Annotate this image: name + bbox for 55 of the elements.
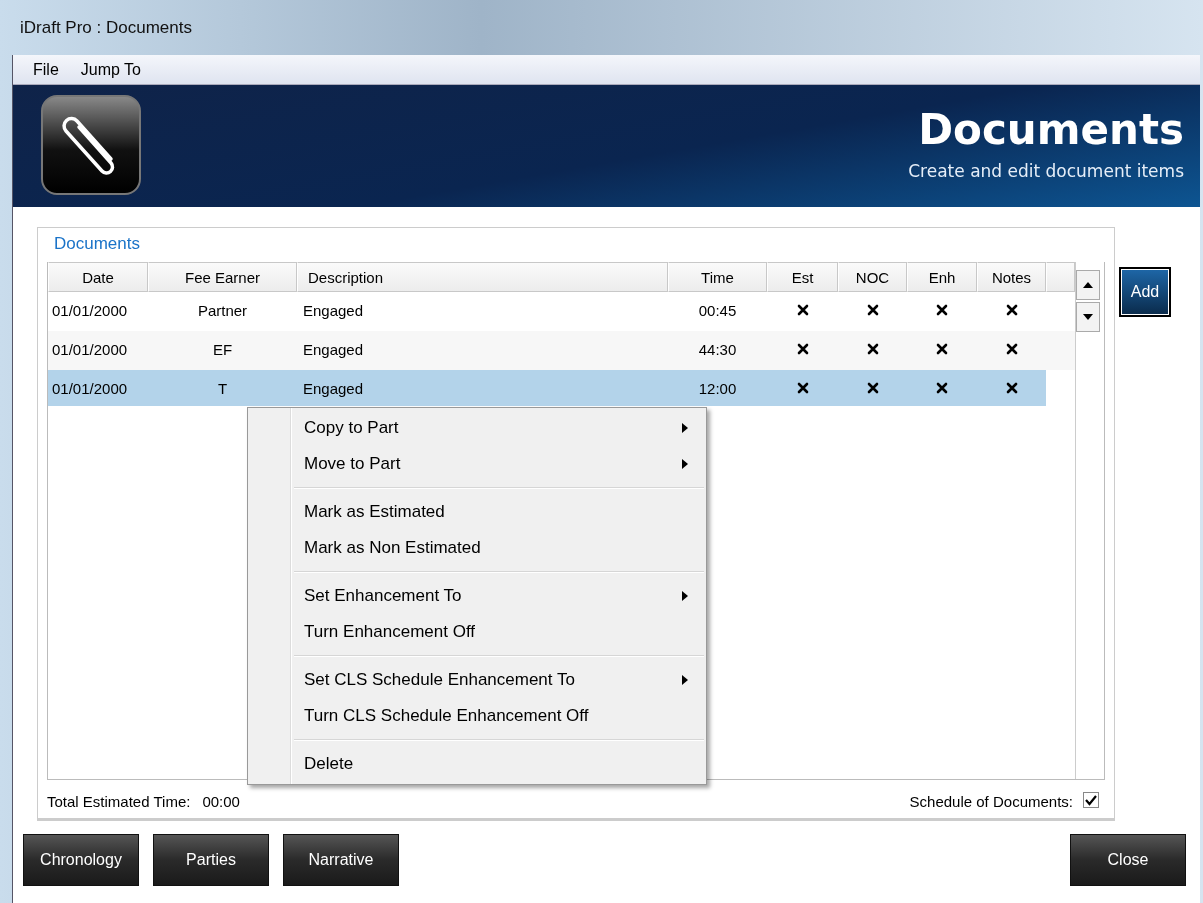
column-header[interactable]: Notes xyxy=(977,262,1046,292)
table-cell-text: Engaged xyxy=(302,339,365,360)
schedule-checkbox[interactable] xyxy=(1083,792,1099,808)
menu-item[interactable]: File xyxy=(33,60,59,79)
submenu-arrow-icon xyxy=(682,675,688,685)
table-cell-text: 01/01/2000 xyxy=(51,300,129,321)
down-arrow-icon xyxy=(1083,314,1094,320)
close-button[interactable]: Close xyxy=(1070,834,1186,886)
table-row[interactable]: 01/01/2000 Partner Engaged 00:45 xyxy=(48,292,1046,328)
page-subtitle: Create and edit document items xyxy=(908,161,1184,182)
submenu-arrow-icon xyxy=(682,423,688,433)
window-title: iDraft Pro : Documents xyxy=(20,17,192,38)
menu-item[interactable]: Move to Part xyxy=(248,446,706,482)
column-header[interactable]: Time xyxy=(668,262,767,292)
table-cell-text: 01/01/2000 xyxy=(51,378,129,399)
menu-item[interactable]: Delete xyxy=(248,746,706,782)
menu-item[interactable]: Set CLS Schedule Enhancement To xyxy=(248,662,706,698)
total-value: 00:00 xyxy=(202,793,240,810)
total-label: Total Estimated Time: xyxy=(47,793,191,810)
table-row[interactable]: 01/01/2000 T Engaged 12:00 xyxy=(48,370,1046,406)
menu-item[interactable]: Mark as Estimated xyxy=(248,494,706,530)
table-cell-text: 00:45 xyxy=(697,300,738,321)
table-cell-text: 01/01/2000 xyxy=(51,339,129,360)
scroll-up-button[interactable] xyxy=(1076,270,1101,300)
column-header[interactable]: Enh xyxy=(907,262,977,292)
column-header[interactable]: Date xyxy=(48,262,148,292)
menu-item[interactable]: Mark as Non Estimated xyxy=(248,530,706,566)
nav-button[interactable]: Parties xyxy=(153,834,269,886)
menu-item[interactable]: Turn Enhancement Off xyxy=(248,614,706,650)
table-cell-text: Engaged xyxy=(302,378,365,399)
scroll-down-button[interactable] xyxy=(1076,302,1101,332)
add-button[interactable]: Add xyxy=(1119,267,1171,317)
table-cell-text: EF xyxy=(211,339,234,360)
page-title: Documents xyxy=(918,107,1184,154)
table-cell-text: 12:00 xyxy=(697,378,738,399)
menu-item[interactable]: Set Enhancement To xyxy=(248,578,706,614)
paperclip-icon xyxy=(41,95,141,195)
menu-item[interactable]: Jump To xyxy=(80,60,141,79)
table-cell-text: Engaged xyxy=(302,300,365,321)
menu-item[interactable]: Copy to Part xyxy=(248,410,706,446)
nav-button[interactable]: Narrative xyxy=(283,834,399,886)
table-cell-text: T xyxy=(216,378,229,399)
submenu-arrow-icon xyxy=(682,591,688,601)
schedule-label: Schedule of Documents: xyxy=(909,793,1073,810)
nav-button[interactable]: Chronology xyxy=(23,834,139,886)
column-header[interactable]: Description xyxy=(297,262,668,292)
column-header[interactable]: Fee Earner xyxy=(148,262,297,292)
group-title: Documents xyxy=(54,234,141,255)
table-cell-text: Partner xyxy=(196,300,249,321)
table-cell-text: 44:30 xyxy=(697,339,738,360)
column-header[interactable]: NOC xyxy=(838,262,907,292)
column-header[interactable]: Est xyxy=(767,262,838,292)
up-arrow-icon xyxy=(1083,282,1094,288)
menu-item[interactable]: Turn CLS Schedule Enhancement Off xyxy=(248,698,706,734)
submenu-arrow-icon xyxy=(682,459,688,469)
